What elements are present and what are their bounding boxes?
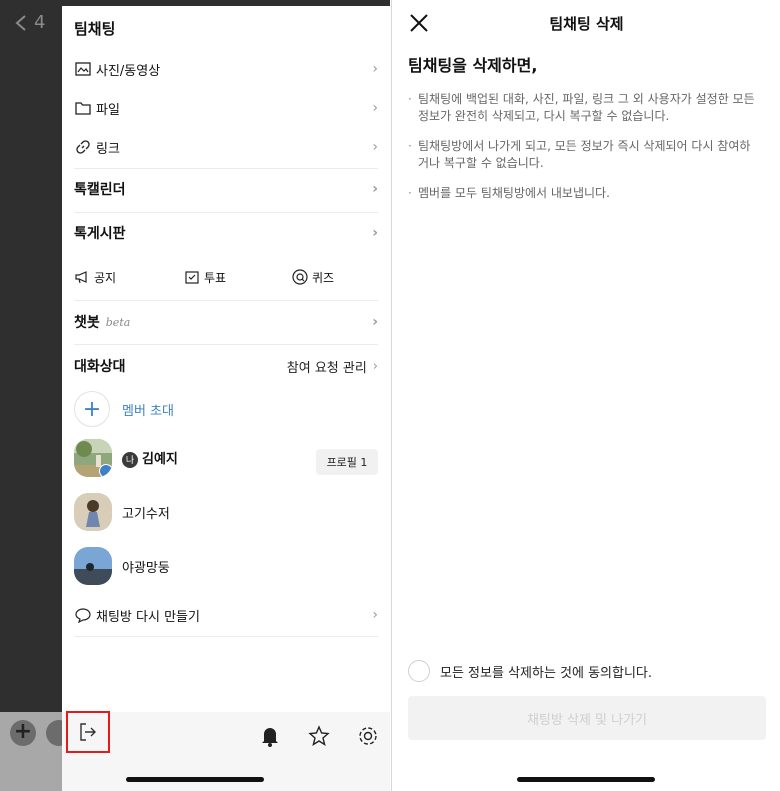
exit-icon — [80, 723, 96, 741]
right-screen: 팀채팅 삭제 팀채팅을 삭제하면, 팀채팅에 백업된 대화, 사진, 파일, 링… — [391, 0, 780, 791]
divider — [74, 344, 378, 345]
invite-label: 멤버 초대 — [122, 403, 174, 419]
menu-board[interactable]: 톡게시판 › — [74, 213, 378, 253]
join-requests-link[interactable]: 참여 요청 관리 › — [287, 357, 378, 376]
delete-and-leave-button[interactable]: 채팅방 삭제 및 나가기 — [408, 696, 766, 740]
menu-chatbot-label: 챗봇 — [74, 315, 100, 331]
beta-badge: beta — [105, 315, 131, 329]
menu-files[interactable]: 파일 › — [74, 88, 378, 128]
chevron-right-icon: › — [372, 61, 378, 77]
dimmed-chat-background[interactable] — [0, 0, 62, 791]
gear-icon[interactable] — [356, 724, 380, 748]
warning-heading: 팀채팅을 삭제하면, — [408, 56, 538, 75]
vote-label: 투표 — [204, 270, 227, 285]
agree-checkbox[interactable]: 모든 정보를 삭제하는 것에 동의합니다. — [408, 660, 652, 682]
vote-button[interactable]: 투표 — [184, 269, 226, 286]
members-title: 대화상대 — [74, 359, 126, 375]
vote-box-icon — [185, 271, 199, 284]
back-button[interactable]: 4 — [14, 12, 45, 33]
image-icon — [74, 60, 92, 78]
left-screen: 4 + 팀채팅 사진/동영상 › 파일 › 링크 › 톡캘린더 › 톡게시판 ›… — [0, 0, 390, 791]
board-tools: 공지 투표 퀴즈 — [74, 262, 378, 292]
back-count: 4 — [34, 12, 46, 33]
join-requests-label: 참여 요청 관리 — [286, 361, 367, 376]
warning-item: 팀채팅에 백업된 대화, 사진, 파일, 링크 그 외 사용자가 설정한 모든 … — [408, 91, 758, 125]
plus-icon: + — [10, 720, 36, 746]
chat-drawer: 팀채팅 사진/동영상 › 파일 › 링크 › 톡캘린더 › 톡게시판 › 공지 … — [62, 6, 390, 791]
chevron-right-icon: › — [372, 314, 378, 330]
megaphone-icon — [75, 271, 87, 284]
menu-photos[interactable]: 사진/동영상 › — [74, 49, 378, 89]
invite-member[interactable]: + 멤버 초대 — [74, 388, 378, 430]
menu-calendar[interactable]: 톡캘린더 › — [74, 169, 378, 209]
member-name: 야광망둥 — [122, 560, 170, 576]
home-indicator — [126, 777, 264, 782]
warning-item: 팀채팅방에서 나가게 되고, 모든 정보가 즉시 삭제되어 다시 참여하거나 복… — [408, 138, 758, 172]
warning-item: 멤버를 모두 팀채팅방에서 내보냅니다. — [408, 185, 758, 202]
plus-icon: + — [74, 391, 110, 427]
folder-icon — [74, 99, 92, 117]
leave-chat-button[interactable] — [66, 711, 110, 753]
chevron-right-icon: › — [372, 139, 378, 155]
chevron-right-icon: › — [372, 607, 378, 623]
menu-board-label: 톡게시판 — [74, 226, 126, 242]
menu-recreate-label: 채팅방 다시 만들기 — [96, 609, 200, 625]
star-icon[interactable] — [307, 724, 331, 748]
menu-recreate[interactable]: 채팅방 다시 만들기 › — [74, 595, 378, 635]
notice-label: 공지 — [94, 270, 117, 285]
page-title: 팀채팅 삭제 — [549, 15, 624, 33]
avatar — [74, 439, 112, 477]
notice-button[interactable]: 공지 — [74, 269, 116, 286]
quiz-label: 퀴즈 — [312, 270, 335, 285]
crown-icon — [99, 464, 112, 477]
radio-circle-icon — [408, 660, 430, 682]
menu-calendar-label: 톡캘린더 — [74, 182, 126, 198]
chevron-right-icon: › — [372, 225, 378, 241]
member-row[interactable]: 야광망둥 — [74, 545, 378, 587]
close-icon[interactable] — [408, 12, 430, 34]
divider — [74, 636, 378, 637]
home-indicator — [517, 777, 655, 782]
menu-links-label: 링크 — [96, 141, 120, 157]
profile-button[interactable]: 프로필 1 — [316, 449, 378, 475]
menu-chatbot[interactable]: 챗봇 beta › — [74, 302, 378, 342]
drawer-title: 팀채팅 — [74, 20, 116, 38]
chevron-right-icon: › — [372, 181, 378, 197]
chat-bubble-icon — [74, 606, 92, 624]
chevron-right-icon: › — [372, 100, 378, 116]
divider — [74, 300, 378, 301]
avatar — [74, 547, 112, 585]
bell-icon[interactable] — [258, 724, 282, 748]
member-name: 고기수저 — [122, 506, 170, 522]
chevron-left-icon — [15, 14, 26, 31]
menu-files-label: 파일 — [96, 102, 120, 118]
quiz-icon — [292, 269, 308, 285]
menu-photos-label: 사진/동영상 — [96, 63, 161, 79]
member-name: 나 김예지 — [122, 448, 178, 468]
chevron-right-icon: › — [372, 359, 378, 374]
avatar — [74, 493, 112, 531]
link-icon — [74, 138, 92, 156]
menu-links[interactable]: 링크 › — [74, 127, 378, 167]
agree-label: 모든 정보를 삭제하는 것에 동의합니다. — [440, 665, 653, 681]
member-row[interactable]: 고기수저 — [74, 491, 378, 533]
me-badge: 나 — [122, 451, 138, 468]
quiz-button[interactable]: 퀴즈 — [292, 269, 334, 286]
